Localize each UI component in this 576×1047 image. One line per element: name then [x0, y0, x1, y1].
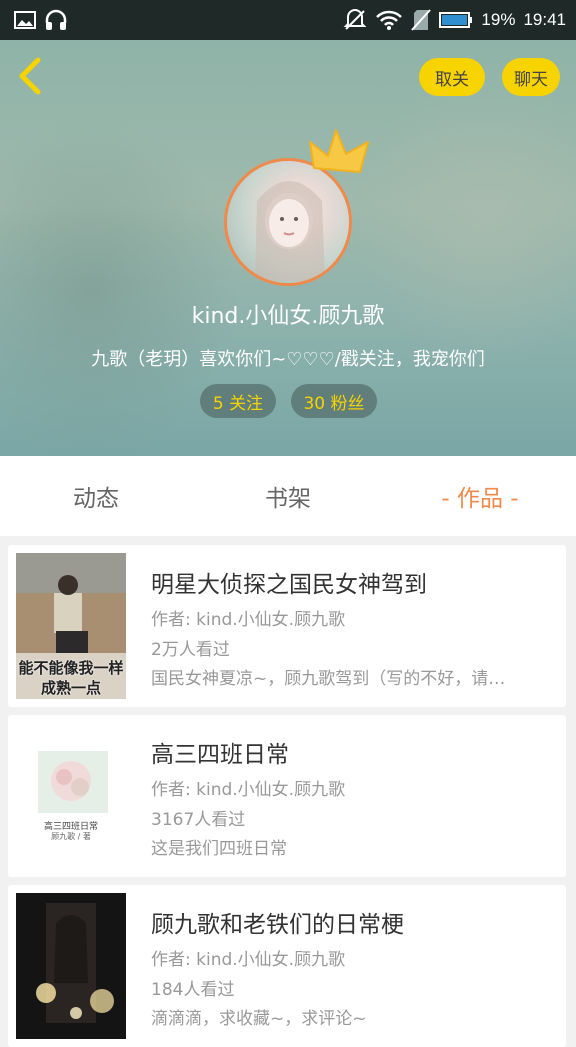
no-sim-icon [411, 8, 432, 32]
clock: 19:41 [523, 10, 566, 29]
work-author: 作者: kind.小仙女.顾九歌 [151, 950, 346, 970]
chevron-left-icon [19, 57, 41, 95]
work-views: 184人看过 [151, 980, 235, 1000]
profile-tabs: 动态 书架 - 作品 - [0, 456, 576, 536]
work-author: 作者: kind.小仙女.顾九歌 [151, 610, 346, 630]
image-icon [14, 10, 36, 30]
battery-icon [439, 10, 473, 30]
status-bar: 19% 19:41 [0, 0, 576, 40]
work-description: 国民女神夏凉~，顾九歌驾到（写的不好，请… [151, 669, 506, 689]
cover-caption-1: 能不能像我一样 [18, 659, 124, 677]
work-author: 作者: kind.小仙女.顾九歌 [151, 780, 346, 800]
book-cover [16, 893, 126, 1039]
cover-caption-2: 成熟一点 [40, 679, 101, 697]
tab-dynamics[interactable]: 动态 [0, 479, 192, 513]
work-description: 滴滴滴，求收藏~，求评论~ [151, 1009, 367, 1029]
chat-button[interactable]: 聊天 [502, 58, 560, 96]
bio: 九歌（老玥）喜欢你们~♡♡♡/戳关注，我宠你们 [91, 349, 485, 370]
book-cover: 高三四班日常 顾九歌 / 著 [16, 723, 126, 869]
profile-header: 取关 聊天 kind.小仙女.顾九歌 九歌（老玥）喜欢你们~♡♡♡/戳关注，我宠… [0, 40, 576, 456]
wifi-icon [375, 9, 403, 31]
mute-icon [343, 8, 367, 32]
work-description: 这是我们四班日常 [151, 839, 287, 859]
work-title: 高三四班日常 [151, 742, 289, 768]
crown-icon [309, 129, 369, 173]
unfollow-button[interactable]: 取关 [419, 58, 485, 96]
fans-count[interactable]: 30 粉丝 [291, 384, 377, 418]
battery-percent: 19% [481, 10, 516, 29]
username: kind.小仙女.顾九歌 [191, 304, 385, 329]
book-cover: 能不能像我一样 成熟一点 [16, 553, 126, 699]
status-left-icons [14, 8, 68, 32]
work-views: 2万人看过 [151, 640, 230, 660]
cover-caption-2: 顾九歌 / 著 [51, 832, 91, 841]
tab-works[interactable]: - 作品 - [384, 479, 576, 513]
tab-bookshelf[interactable]: 书架 [192, 479, 384, 513]
list-item[interactable]: 高三四班日常 顾九歌 / 著 高三四班日常 作者: kind.小仙女.顾九歌 3… [8, 715, 566, 877]
headset-icon [44, 8, 68, 32]
work-title: 顾九歌和老铁们的日常梗 [151, 912, 404, 938]
status-right-icons: 19% 19:41 [343, 8, 566, 32]
list-item[interactable]: 顾九歌和老铁们的日常梗 作者: kind.小仙女.顾九歌 184人看过 滴滴滴，… [8, 885, 566, 1047]
following-count[interactable]: 5 关注 [200, 384, 276, 418]
list-item[interactable]: 能不能像我一样 成熟一点 明星大侦探之国民女神驾到 作者: kind.小仙女.顾… [8, 545, 566, 707]
back-button[interactable] [12, 56, 48, 96]
work-title: 明星大侦探之国民女神驾到 [151, 572, 427, 598]
work-views: 3167人看过 [151, 810, 246, 830]
